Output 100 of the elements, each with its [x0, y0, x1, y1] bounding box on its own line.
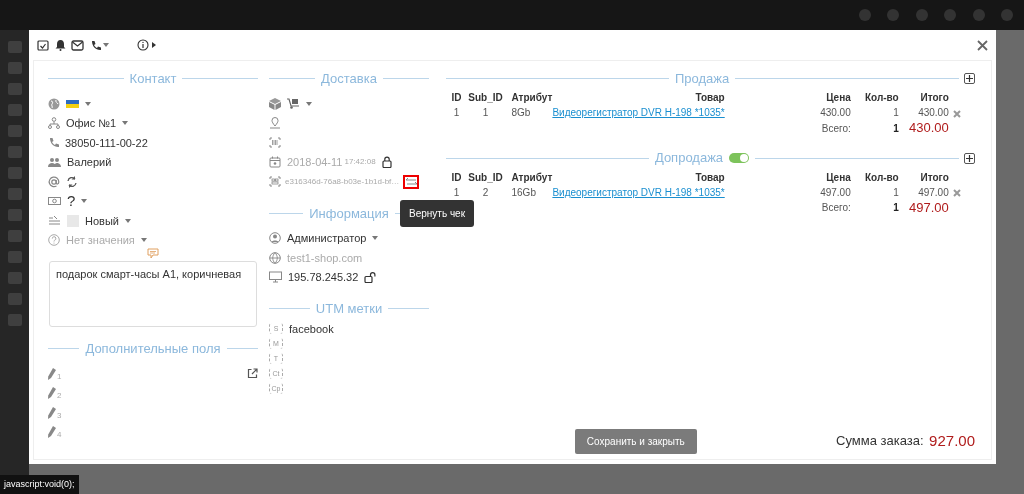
- refresh-icon[interactable]: [66, 175, 78, 188]
- status-select[interactable]: Новый: [85, 212, 119, 229]
- utm-value: facebook: [289, 321, 334, 337]
- hierarchy-icon: [48, 117, 60, 130]
- triangle-icon[interactable]: [151, 42, 156, 48]
- table-cell: 497.00: [898, 184, 949, 200]
- table-cell: 1: [850, 105, 899, 121]
- pencil-icon[interactable]: [48, 367, 56, 380]
- ip-address: 195.78.245.32: [288, 270, 359, 285]
- table-cell: 8Gb: [503, 105, 553, 121]
- flag-icon[interactable]: [66, 99, 79, 108]
- save-button[interactable]: Сохранить и закрыть: [574, 428, 697, 454]
- section-title: Допродажа: [654, 149, 724, 168]
- add-button[interactable]: [964, 73, 975, 85]
- manager-select[interactable]: Администратор: [287, 230, 367, 247]
- office-select[interactable]: Офис №1: [66, 115, 117, 132]
- site-name: test1-shop.com: [287, 250, 363, 266]
- total-sum: 497.00: [908, 199, 949, 215]
- pencil-icon[interactable]: [48, 406, 56, 419]
- caret-icon[interactable]: [372, 236, 379, 241]
- contact-name: Валерий: [67, 155, 112, 170]
- column-header: Товар: [552, 170, 725, 185]
- scan-code-icon: [269, 176, 281, 188]
- table-cell: 430.00: [898, 105, 949, 121]
- caret-icon[interactable]: [124, 218, 131, 223]
- globe-icon: [269, 251, 281, 264]
- table-cell: 16Gb: [503, 184, 553, 200]
- table-cell: 497.00: [724, 184, 851, 200]
- table-cell-text: 1: [452, 185, 461, 200]
- table-cell-text: 1: [481, 106, 490, 121]
- column-header: Атрибут: [510, 91, 553, 106]
- delete-icon[interactable]: [952, 188, 961, 197]
- section-title: Контакт: [129, 70, 177, 88]
- unlocked-lock-icon[interactable]: [364, 271, 378, 283]
- caret-icon[interactable]: [81, 199, 88, 204]
- total-quantity: 1: [893, 202, 899, 213]
- calendar-icon[interactable]: [37, 39, 49, 51]
- barcode-icon: [269, 137, 281, 149]
- column-header: Цена: [724, 91, 851, 106]
- add-button[interactable]: [964, 152, 975, 164]
- product-link[interactable]: Видеорегистратор DVR H-198 *1035*: [552, 107, 725, 119]
- question-circle-icon: [48, 234, 60, 247]
- table-cell: 430.00: [724, 105, 851, 121]
- field-number: 4: [57, 429, 62, 442]
- section-title: Продажа: [674, 70, 730, 88]
- caret-icon[interactable]: [85, 101, 91, 106]
- phone-icon[interactable]: [89, 39, 101, 51]
- caret-icon[interactable]: [140, 238, 147, 243]
- order-sum: 927.00: [929, 430, 975, 451]
- total-sum: 430.00: [908, 120, 949, 136]
- external-link-icon[interactable]: [247, 368, 258, 380]
- pencil-icon[interactable]: [48, 387, 56, 400]
- product-link[interactable]: Видеорегистратор DVR H-198 *1035*: [552, 186, 725, 198]
- tooltip: Вернуть чек: [400, 200, 475, 227]
- upsale-toggle[interactable]: [729, 153, 750, 163]
- column-header: Кол-во: [850, 91, 899, 106]
- monitor-icon: [269, 271, 282, 284]
- banknote-icon: [48, 196, 61, 207]
- total-label: Всего:: [821, 122, 851, 134]
- section-title: Дополнительные поля: [85, 340, 221, 358]
- bell-icon[interactable]: [54, 39, 66, 51]
- section-title: Доставка: [321, 70, 377, 88]
- people-icon: [48, 156, 61, 168]
- info-icon[interactable]: [136, 39, 149, 51]
- delivery-time: 17:42:08: [344, 156, 376, 169]
- close-icon[interactable]: [977, 39, 988, 51]
- field-number: 2: [57, 390, 62, 403]
- return-receipt-button[interactable]: [403, 174, 420, 189]
- section-title: UTM метки: [315, 300, 383, 318]
- user-circle-icon: [269, 232, 281, 245]
- globe-icon: [48, 97, 60, 110]
- lock-icon[interactable]: [381, 156, 392, 169]
- receipt-id: e316346d-76a8-b03e-1b1d-bf…: [285, 175, 400, 188]
- column-header: Кол-во: [850, 170, 899, 185]
- at-sign-icon: [48, 175, 60, 188]
- field-number: 3: [57, 409, 62, 422]
- section-title: Информация: [309, 204, 389, 223]
- column-header: Sub_ID: [467, 91, 504, 106]
- phone-icon: [48, 137, 59, 149]
- total-quantity: 1: [893, 122, 899, 134]
- comment-field[interactable]: подарок смарт-часы А1, коричневая: [49, 261, 257, 327]
- delete-icon[interactable]: [952, 109, 961, 118]
- status-url: javascript:void(0);: [4, 478, 75, 489]
- table-cell-text: 1: [452, 106, 461, 121]
- cube-icon: [269, 97, 281, 110]
- pencil-icon[interactable]: [48, 426, 56, 439]
- caret-icon[interactable]: [122, 121, 129, 126]
- hand-truck-icon[interactable]: [287, 98, 300, 110]
- column-header: Итого: [898, 170, 949, 185]
- calendar-icon: [269, 156, 281, 169]
- phone-number: 38050-111-00-22: [65, 135, 148, 151]
- column-header: Sub_ID: [467, 170, 504, 185]
- total-label: Всего:: [821, 202, 851, 213]
- column-header: Итого: [898, 91, 949, 106]
- field-number: 1: [57, 370, 62, 383]
- table-cell-text: 2: [481, 185, 490, 200]
- mail-icon[interactable]: [71, 39, 84, 51]
- caret-icon[interactable]: [306, 101, 312, 106]
- payment-select[interactable]: ?: [67, 190, 76, 213]
- caret-icon[interactable]: [103, 43, 110, 47]
